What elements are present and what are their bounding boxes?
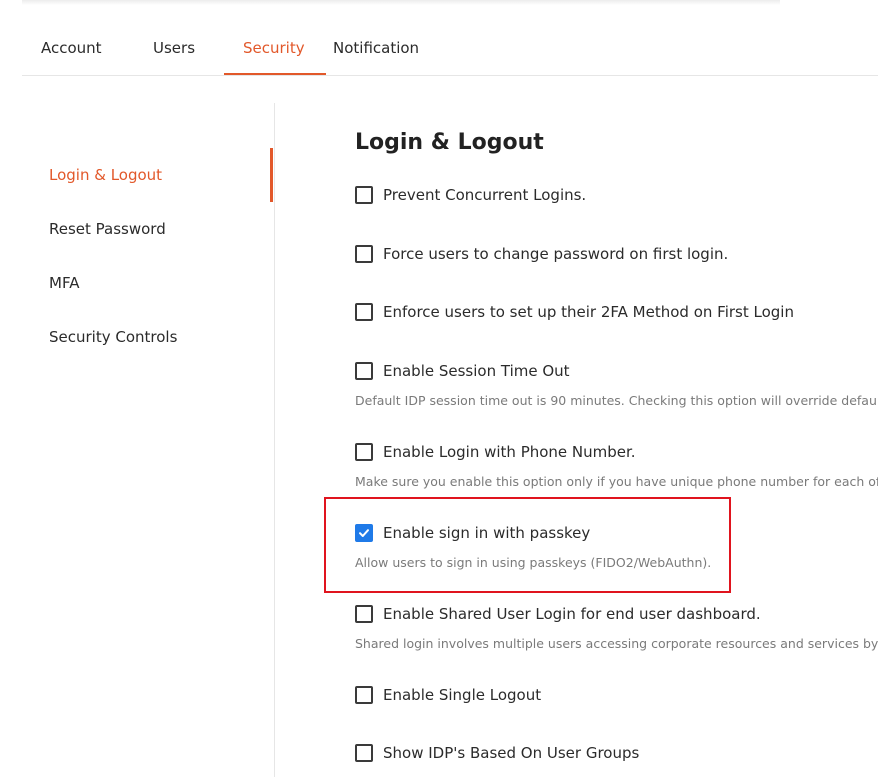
checkbox[interactable] <box>355 605 373 623</box>
tab-security[interactable]: Security <box>243 22 305 74</box>
sidebar-item-login-logout[interactable]: Login & Logout <box>49 165 162 185</box>
option-description: Default IDP session time out is 90 minut… <box>355 393 878 408</box>
settings-page: Account Users Security Notification Logi… <box>0 0 878 777</box>
checkbox[interactable] <box>355 245 373 263</box>
sidebar-active-indicator <box>270 148 273 202</box>
option-description: Make sure you enable this option only if… <box>355 474 878 489</box>
page-title: Login & Logout <box>355 130 544 155</box>
sidebar-item-security-controls[interactable]: Security Controls <box>49 327 177 347</box>
option-description: Shared login involves multiple users acc… <box>355 636 878 651</box>
checkbox[interactable] <box>355 443 373 461</box>
option-label: Force users to change password on first … <box>383 245 729 263</box>
checkbox[interactable] <box>355 186 373 204</box>
option-label: Enable Single Logout <box>383 686 542 704</box>
highlight-annotation-box <box>324 497 731 593</box>
active-tab-underline <box>224 73 326 75</box>
option-label: Enable Session Time Out <box>383 362 570 380</box>
checkbox[interactable] <box>355 686 373 704</box>
option-label: Show IDP's Based On User Groups <box>383 744 640 762</box>
option-label: Prevent Concurrent Logins. <box>383 186 587 204</box>
tab-account[interactable]: Account <box>41 22 102 74</box>
tab-users[interactable]: Users <box>153 22 195 74</box>
sidebar-item-reset-password[interactable]: Reset Password <box>49 219 166 239</box>
checkbox[interactable] <box>355 362 373 380</box>
option-label: Enable Login with Phone Number. <box>383 443 636 461</box>
option-label: Enable Shared User Login for end user da… <box>383 605 761 623</box>
sidebar: Login & Logout Reset Password MFA Securi… <box>0 103 275 777</box>
sidebar-item-mfa[interactable]: MFA <box>49 273 79 293</box>
checkbox[interactable] <box>355 303 373 321</box>
option-label: Enforce users to set up their 2FA Method… <box>383 303 794 321</box>
main-content: Login & Logout Prevent Concurrent Logins… <box>355 0 878 777</box>
checkbox[interactable] <box>355 744 373 762</box>
